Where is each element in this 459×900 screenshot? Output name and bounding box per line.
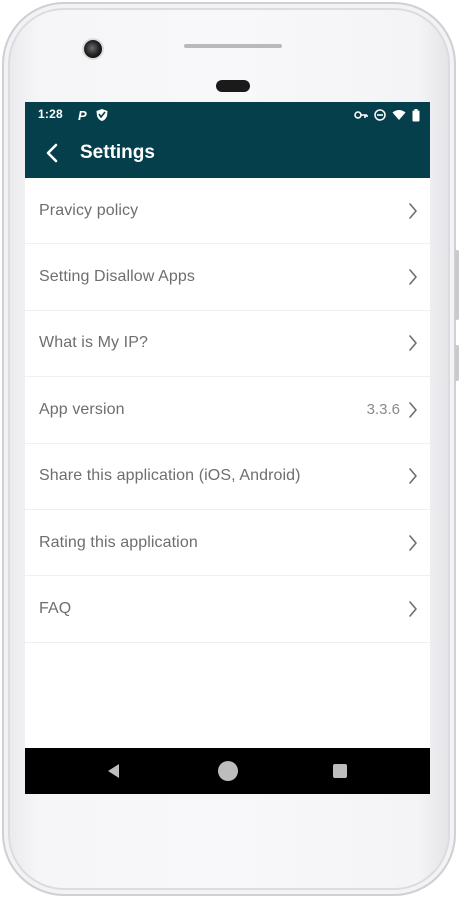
settings-list: Pravicy policy Setting Disallow Apps Wha… — [25, 178, 430, 643]
nav-recents-icon[interactable] — [333, 764, 347, 778]
stage: 1:28 P Settings Pravicy policy Setting D… — [0, 0, 459, 900]
wifi-icon — [392, 109, 406, 121]
row-label: Pravicy policy — [39, 201, 139, 219]
app-version-value: 3.3.6 — [366, 401, 400, 419]
shield-notification-icon — [95, 108, 109, 122]
svg-text:P: P — [78, 108, 87, 122]
system-nav-bar — [25, 748, 430, 794]
chevron-right-icon — [406, 599, 420, 619]
battery-icon — [412, 108, 420, 122]
proximity-sensor — [216, 80, 250, 92]
nav-home-icon[interactable] — [218, 761, 238, 781]
status-bar: 1:28 P — [25, 102, 430, 128]
row-label: Rating this application — [39, 533, 198, 551]
settings-row-share[interactable]: Share this application (iOS, Android) — [25, 444, 430, 510]
row-label: Setting Disallow Apps — [39, 268, 195, 286]
front-camera — [84, 40, 102, 58]
chevron-right-icon — [406, 267, 420, 287]
settings-row-disallow-apps[interactable]: Setting Disallow Apps — [25, 244, 430, 311]
screen: 1:28 P Settings Pravicy policy Setting D… — [25, 102, 430, 794]
settings-row-privacy-policy[interactable]: Pravicy policy — [25, 178, 430, 245]
app-bar: Settings — [25, 128, 430, 178]
row-label: What is My IP? — [39, 334, 148, 352]
row-label: FAQ — [39, 600, 72, 618]
chevron-right-icon — [406, 400, 420, 420]
do-not-disturb-icon — [374, 109, 386, 121]
volume-button — [455, 250, 459, 320]
status-time: 1:28 — [38, 107, 63, 121]
settings-row-rating[interactable]: Rating this application — [25, 510, 430, 577]
back-button[interactable] — [39, 140, 65, 166]
settings-row-app-version[interactable]: App version 3.3.6 — [25, 377, 430, 444]
settings-row-faq[interactable]: FAQ — [25, 576, 430, 643]
page-title: Settings — [80, 142, 155, 163]
power-button — [455, 345, 459, 381]
chevron-right-icon — [406, 201, 420, 221]
settings-row-what-is-my-ip[interactable]: What is My IP? — [25, 311, 430, 378]
nav-back-icon[interactable] — [105, 762, 121, 785]
row-label: Share this application (iOS, Android) — [39, 467, 301, 485]
status-right-icons — [354, 106, 420, 124]
parking-icon: P — [77, 108, 89, 122]
row-label: App version — [39, 400, 125, 418]
status-left-icons: P — [77, 106, 109, 124]
earpiece-speaker — [184, 44, 282, 48]
chevron-right-icon — [406, 466, 420, 486]
chevron-left-icon — [46, 143, 58, 163]
chevron-right-icon — [406, 333, 420, 353]
vpn-key-icon — [354, 109, 368, 121]
chevron-right-icon — [406, 533, 420, 553]
